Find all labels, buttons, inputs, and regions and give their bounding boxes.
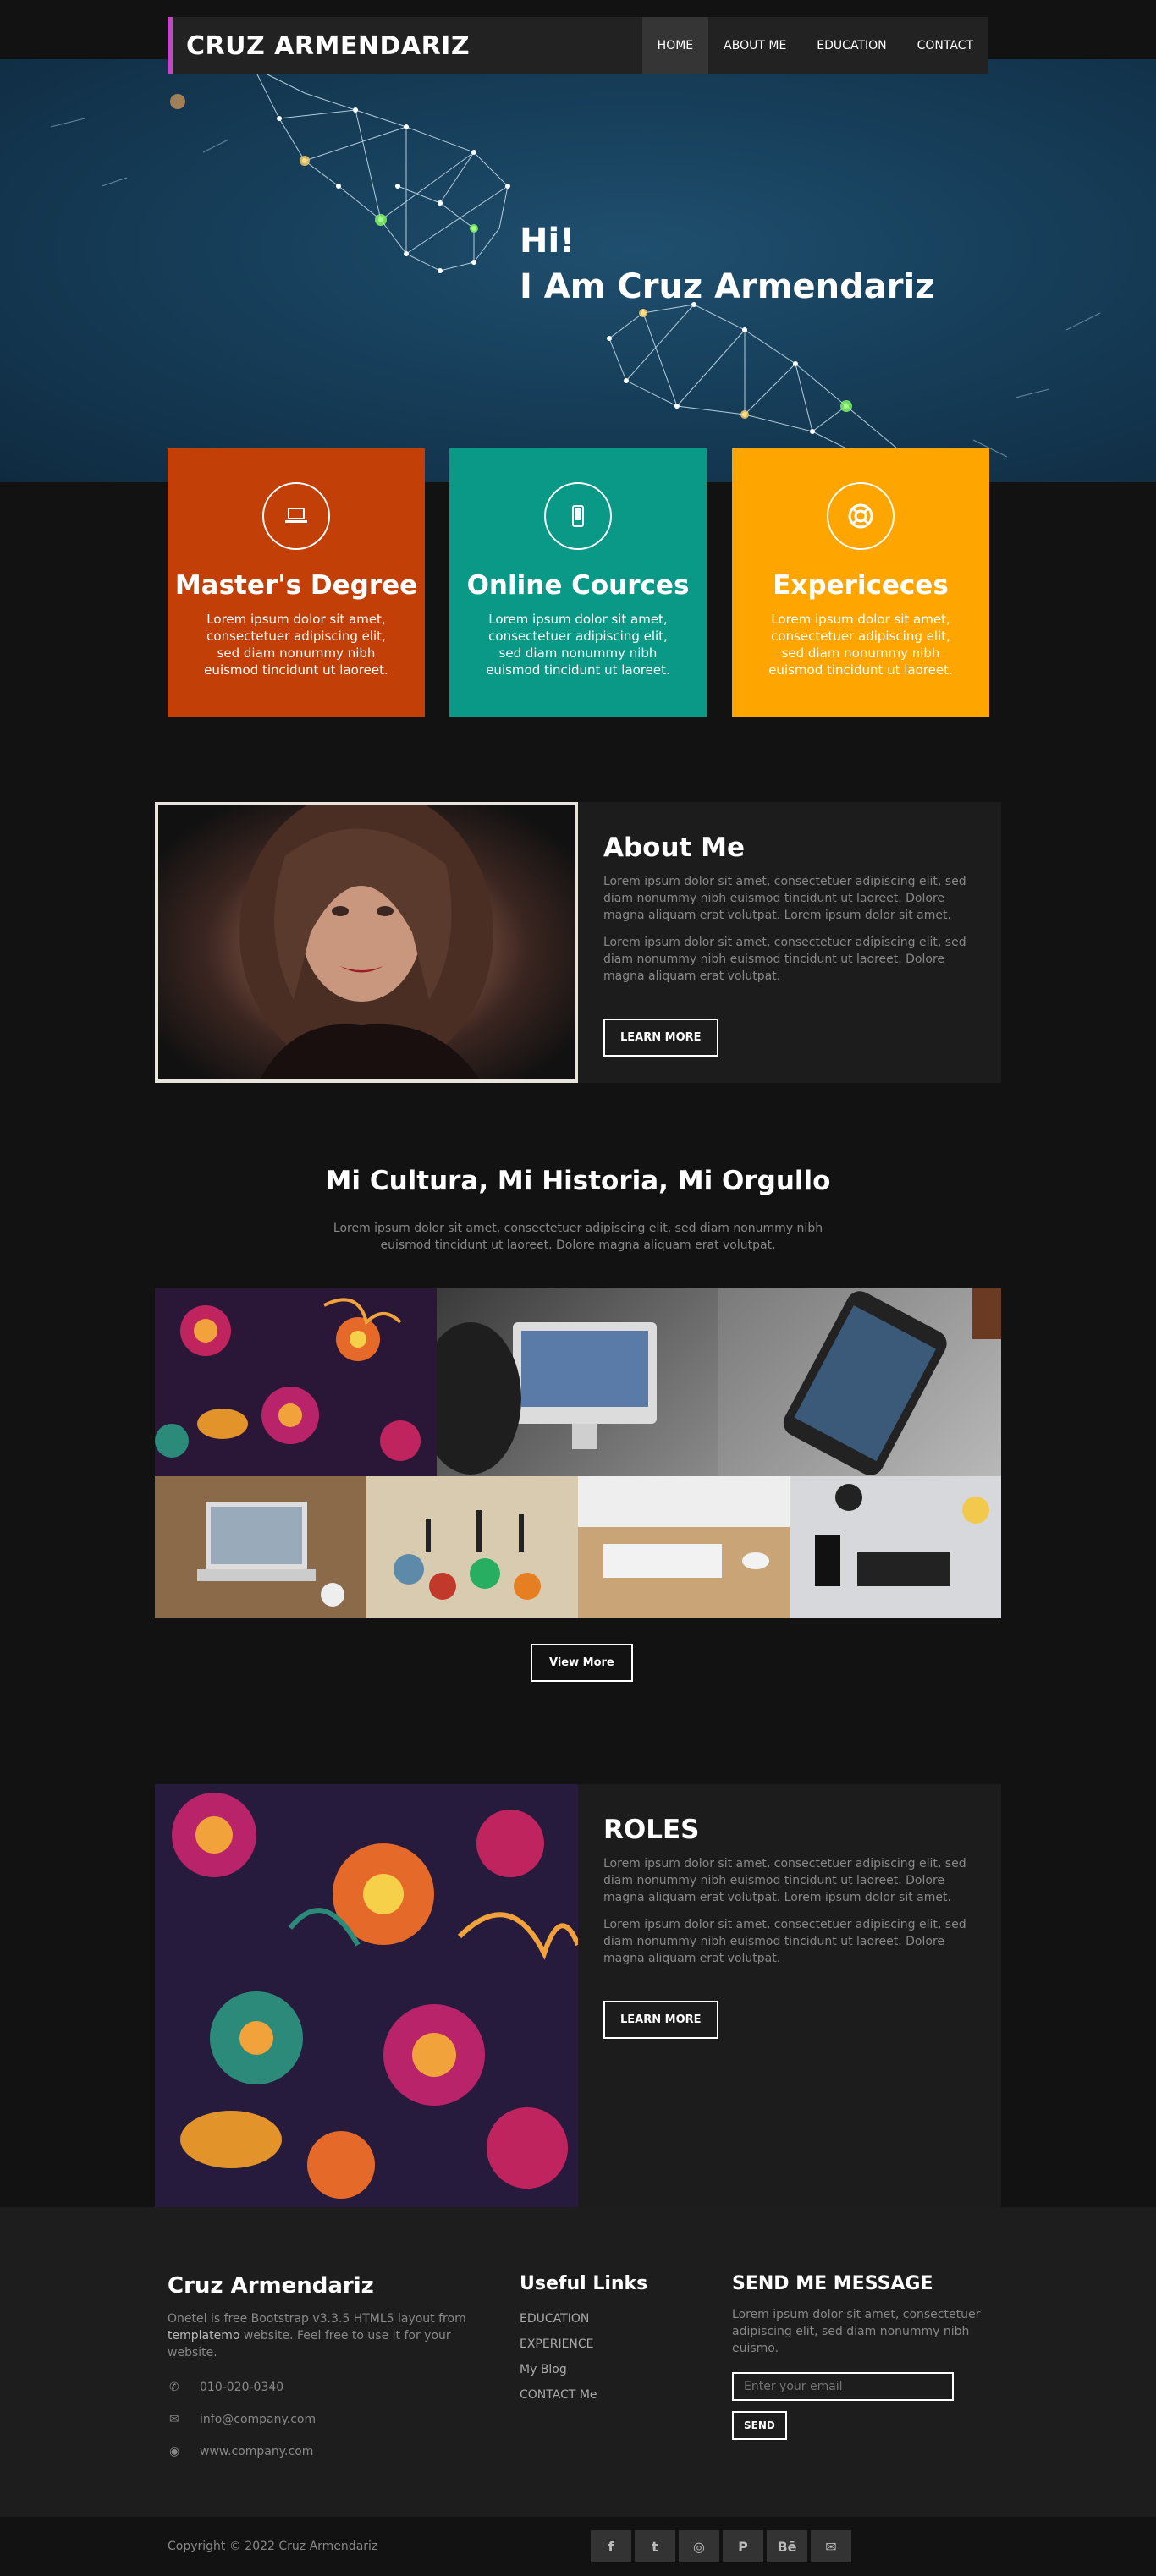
envelope-icon: ✉ — [169, 2413, 179, 2426]
about-section: About Me Lorem ipsum dolor sit amet, con… — [155, 802, 1001, 1083]
footer-message-title: SEND ME MESSAGE — [732, 2273, 933, 2294]
roles-section: ROLES Lorem ipsum dolor sit amet, consec… — [155, 1784, 1001, 2207]
about-learn-more-button[interactable]: LEARN MORE — [603, 1019, 718, 1057]
gallery-title: Mi Cultura, Mi Historia, Mi Orgullo — [325, 1166, 831, 1196]
hero-name: I Am Cruz Armendariz — [520, 267, 935, 306]
service-card-masters-degree: Master's Degree Lorem ipsum dolor sit am… — [168, 448, 425, 717]
footer-name: Cruz Armendariz — [168, 2273, 374, 2299]
brand-logo[interactable]: CRUZ ARMENDARIZ — [173, 31, 470, 61]
gallery-image-imac-desk[interactable] — [437, 1288, 718, 1476]
about-paragraph-1: Lorem ipsum dolor sit amet, consectetuer… — [603, 875, 966, 922]
phone-icon: ✆ — [169, 2381, 179, 2394]
footer-about-column: Cruz Armendariz Onetel is free Bootstrap… — [168, 2273, 481, 2468]
mobile-icon — [544, 482, 612, 550]
copyright: Copyright © 2022 Cruz Armendariz — [168, 2540, 378, 2553]
nav-link-education[interactable]: EDUCATION — [801, 17, 901, 74]
service-title: Online Cources — [466, 570, 690, 601]
life-ring-icon — [827, 482, 895, 550]
nav-link-about-me[interactable]: ABOUT ME — [708, 17, 801, 74]
footer-link-experience[interactable]: EXPERIENCE — [520, 2332, 689, 2357]
email-field[interactable] — [732, 2372, 954, 2401]
service-card-expericeces: Expericeces Lorem ipsum dolor sit amet, … — [732, 448, 989, 717]
twitter-icon[interactable]: t — [635, 2530, 675, 2562]
footer-website: ◉ www.company.com — [169, 2445, 314, 2458]
footer-links-title: Useful Links — [520, 2273, 648, 2294]
footer-description: Onetel is free Bootstrap v3.3.5 HTML5 la… — [168, 2312, 466, 2359]
envelope-icon[interactable]: ✉ — [811, 2530, 851, 2562]
roles-paragraph-1: Lorem ipsum dolor sit amet, consectetuer… — [603, 1857, 966, 1904]
roles-floral-image — [155, 1784, 578, 2207]
nav-link-contact[interactable]: CONTACT — [902, 17, 988, 74]
globe-icon: ◉ — [169, 2445, 180, 2458]
footer-link-education[interactable]: EDUCATION — [520, 2306, 689, 2332]
dribbble-icon[interactable]: ◎ — [679, 2530, 719, 2562]
laptop-icon — [262, 482, 330, 550]
send-button[interactable]: SEND — [732, 2411, 787, 2440]
gallery-image-gears-figures[interactable] — [366, 1476, 578, 1618]
footer-link-my-blog[interactable]: My Blog — [520, 2357, 689, 2382]
footer-message-column: SEND ME MESSAGE Lorem ipsum dolor sit am… — [732, 2273, 994, 2440]
gallery-image-phone[interactable] — [718, 1288, 1001, 1476]
footer-link-contact-me[interactable]: CONTACT Me — [520, 2382, 689, 2408]
profile-photo — [155, 802, 578, 1083]
pinterest-icon[interactable]: P — [723, 2530, 763, 2562]
footer-links-column: Useful Links EDUCATION EXPERIENCE My Blo… — [520, 2273, 689, 2408]
navbar: CRUZ ARMENDARIZ HOME ABOUT ME EDUCATION … — [168, 17, 988, 74]
about-title: About Me — [603, 832, 746, 863]
behance-icon[interactable]: Bē — [767, 2530, 807, 2562]
service-card-online-cources: Online Cources Lorem ipsum dolor sit ame… — [449, 448, 707, 717]
service-title: Master's Degree — [174, 570, 418, 601]
about-paragraph-2: Lorem ipsum dolor sit amet, consectetuer… — [603, 936, 966, 983]
footer-email: ✉ info@company.com — [169, 2413, 317, 2426]
bottom-bar: Copyright © 2022 Cruz Armendariz f t ◎ P… — [0, 2517, 1156, 2576]
roles-title: ROLES — [603, 1815, 700, 1845]
social-links: f t ◎ P Bē ✉ — [591, 2530, 851, 2562]
footer: Cruz Armendariz Onetel is free Bootstrap… — [0, 2207, 1156, 2517]
gallery-subtitle: Lorem ipsum dolor sit amet, consectetuer… — [333, 1222, 823, 1252]
footer-message-text: Lorem ipsum dolor sit amet, consectetuer… — [732, 2308, 981, 2355]
service-text: Lorem ipsum dolor sit amet, consectetuer… — [768, 612, 953, 678]
gallery-image-keyboard-desk[interactable] — [578, 1476, 790, 1618]
page: Hi! I Am Cruz Armendariz CRUZ ARMENDARIZ… — [0, 0, 1156, 2576]
nav-menu: HOME ABOUT ME EDUCATION CONTACT — [641, 17, 988, 74]
gallery-image-laptop-wood[interactable] — [155, 1476, 366, 1618]
hero-banner: Hi! I Am Cruz Armendariz — [0, 59, 1156, 482]
about-content: About Me Lorem ipsum dolor sit amet, con… — [603, 832, 976, 1057]
service-text: Lorem ipsum dolor sit amet, consectetuer… — [486, 612, 670, 678]
roles-content: ROLES Lorem ipsum dolor sit amet, consec… — [603, 1815, 976, 2039]
facebook-icon[interactable]: f — [591, 2530, 631, 2562]
service-title: Expericeces — [773, 570, 949, 601]
templatemo-link[interactable]: templatemo — [168, 2329, 239, 2343]
footer-phone: ✆ 010-020-0340 — [169, 2381, 284, 2394]
gallery-image-floral-pattern[interactable] — [155, 1288, 437, 1476]
gallery-image-flatlay[interactable] — [790, 1476, 1001, 1618]
roles-learn-more-button[interactable]: LEARN MORE — [603, 2001, 718, 2039]
hero-heading: Hi! I Am Cruz Armendariz — [520, 218, 934, 310]
view-more-button[interactable]: View More — [531, 1644, 633, 1682]
hero-greeting: Hi! — [520, 222, 575, 261]
roles-paragraph-2: Lorem ipsum dolor sit amet, consectetuer… — [603, 1918, 966, 1965]
nav-link-home[interactable]: HOME — [641, 17, 709, 74]
service-text: Lorem ipsum dolor sit amet, consectetuer… — [204, 612, 388, 678]
